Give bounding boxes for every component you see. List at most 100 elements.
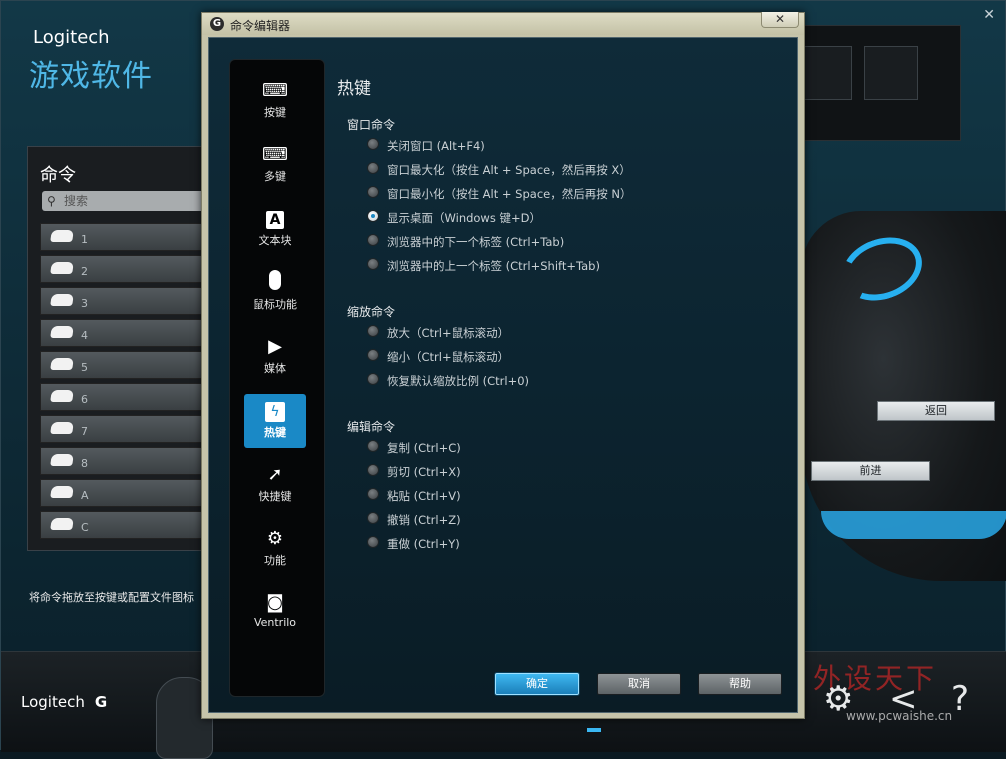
radio-button[interactable] [367,373,379,385]
nav-item-mouse-function[interactable]: 鼠标功能 [244,266,306,320]
radio-button[interactable] [367,234,379,246]
radio-button[interactable] [367,258,379,270]
g-logo-icon: G [210,17,224,31]
key-icon [50,294,74,306]
radio-button[interactable] [367,488,379,500]
command-type-nav: ⌨ 按键 ⌨ 多键 A 文本块 鼠标功能 ▶ 媒体 ϟ 热键 ➚ 快捷键 ⚙ 功… [229,59,325,697]
radio-button[interactable] [367,138,379,150]
radio-button[interactable] [367,325,379,337]
app-close-button[interactable]: ✕ [983,7,995,23]
command-item[interactable]: 2 [40,255,218,283]
nav-item-shortcut[interactable]: ➚ 快捷键 [244,458,306,512]
nav-label: 鼠标功能 [253,298,297,311]
option-label: 复制 (Ctrl+C) [387,441,461,455]
command-item-label: 7 [81,425,88,438]
command-item[interactable]: 5 [40,351,218,379]
nav-label: 功能 [264,554,286,567]
nav-label: 媒体 [264,362,286,375]
profile-slot[interactable] [864,46,918,100]
commands-hint: 将命令拖放至按键或配置文件图标 [29,591,194,604]
option-label: 剪切 (Ctrl+X) [387,465,461,479]
nav-label: 热键 [264,426,286,439]
command-item-label: 1 [81,233,88,246]
nav-label: Ventrilo [253,616,297,629]
key-icon [50,454,74,466]
forward-button-assignment[interactable]: 前进 [811,461,930,481]
nav-item-text-block[interactable]: A 文本块 [244,202,306,256]
dialog-title: 命令编辑器 [230,19,291,33]
help-question-icon[interactable]: ? [951,679,969,719]
function-gear-icon: ⚙ [266,528,284,549]
command-item[interactable]: 6 [40,383,218,411]
nav-item-multikey[interactable]: ⌨ 多键 [244,138,306,192]
command-item[interactable]: 7 [40,415,218,443]
radio-button[interactable] [367,536,379,548]
group-title-zoom: 缩放命令 [347,305,396,319]
dialog-close-button[interactable]: ✕ [761,12,799,28]
nav-item-hotkey[interactable]: ϟ 热键 [244,394,306,448]
multikey-icon: ⌨ [262,144,288,165]
command-item[interactable]: C [40,511,218,539]
command-item-label: 5 [81,361,88,374]
key-icon [50,358,74,370]
g-logo-icon: G [94,693,108,711]
option-label: 浏览器中的上一个标签 (Ctrl+Shift+Tab) [387,259,600,273]
group-title-edit: 编辑命令 [347,420,396,434]
command-item-label: 4 [81,329,88,342]
command-item[interactable]: 3 [40,287,218,315]
settings-gear-icon[interactable]: ⚙ [823,679,853,719]
ok-button[interactable]: 确定 [495,673,579,695]
profile-slot[interactable] [798,46,852,100]
key-icon [50,390,74,402]
key-icon [50,486,74,498]
mouse-light-strip [821,511,1006,539]
option-label: 浏览器中的下一个标签 (Ctrl+Tab) [387,235,565,249]
option-label: 关闭窗口 (Alt+F4) [387,139,485,153]
hotkey-icon: ϟ [244,398,306,424]
radio-button-selected[interactable] [367,210,379,222]
dialog-body: ⌨ 按键 ⌨ 多键 A 文本块 鼠标功能 ▶ 媒体 ϟ 热键 ➚ 快捷键 ⚙ 功… [208,37,798,713]
mouse-icon [244,270,306,296]
text-block-icon: A [244,206,306,232]
radio-button[interactable] [367,186,379,198]
option-label: 撤销 (Ctrl+Z) [387,513,461,527]
section-title: 热键 [337,79,371,99]
nav-item-media[interactable]: ▶ 媒体 [244,330,306,384]
radio-button[interactable] [367,162,379,174]
command-editor-dialog: G 命令编辑器 ✕ ⌨ 按键 ⌨ 多键 A 文本块 鼠标功能 ▶ 媒体 ϟ 热键… [201,12,805,719]
key-icon: ⌨ [262,80,288,101]
nav-item-key[interactable]: ⌨ 按键 [244,74,306,128]
commands-panel: 命令 ⚲ 搜索 1 2 3 4 5 6 7 8 A C [27,146,218,551]
page-indicator [587,728,601,732]
radio-button[interactable] [367,440,379,452]
help-button[interactable]: 帮助 [698,673,782,695]
key-icon [50,262,74,274]
command-item[interactable]: 8 [40,447,218,475]
command-item-label: C [81,521,89,534]
play-icon: ▶ [268,336,282,357]
brand-label: Logitech [33,27,110,48]
app-title: 游戏软件 [29,59,153,94]
command-item[interactable]: A [40,479,218,507]
commands-search-input[interactable]: ⚲ 搜索 [42,191,212,211]
search-icon: ⚲ [47,194,56,208]
nav-label: 多键 [264,170,286,183]
commands-title: 命令 [40,165,76,186]
nav-label: 快捷键 [258,490,292,503]
command-item[interactable]: 1 [40,223,218,251]
radio-button[interactable] [367,512,379,524]
command-item[interactable]: 4 [40,319,218,347]
nav-item-ventrilo[interactable]: ◙ Ventrilo [244,586,306,640]
search-placeholder: 搜索 [64,194,89,208]
command-item-label: 6 [81,393,88,406]
back-button-assignment[interactable]: 返回 [877,401,995,421]
share-icon[interactable]: < [889,679,918,719]
radio-button[interactable] [367,464,379,476]
radio-button[interactable] [367,349,379,361]
option-label: 重做 (Ctrl+Y) [387,537,460,551]
nav-item-function[interactable]: ⚙ 功能 [244,522,306,576]
nav-label: 按键 [264,106,286,119]
group-title-window: 窗口命令 [347,118,396,132]
command-item-label: 3 [81,297,88,310]
cancel-button[interactable]: 取消 [597,673,681,695]
